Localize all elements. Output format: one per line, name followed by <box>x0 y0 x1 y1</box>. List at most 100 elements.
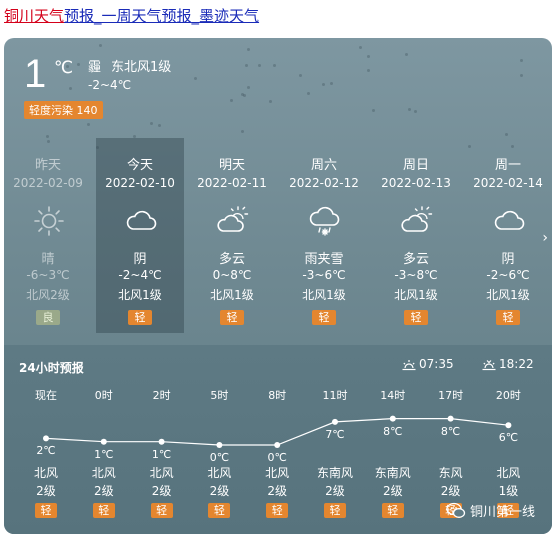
hour-time: 17时 <box>438 389 464 402</box>
day-condition: 雨夹雪 <box>304 252 344 267</box>
temp-point <box>447 415 454 422</box>
raindrop <box>413 109 417 113</box>
raindrop <box>405 52 409 56</box>
day-condition: 阴 <box>133 252 147 267</box>
day-name: 周六 <box>310 158 337 173</box>
chevron-right-icon[interactable]: › <box>542 230 548 246</box>
raindrop <box>230 98 234 102</box>
hour-time: 14时 <box>380 389 406 402</box>
partly-cloudy-icon <box>217 206 249 232</box>
day-column[interactable]: 周一 2022-02-14 阴 -2~6℃ 北风1级 轻 <box>464 138 552 333</box>
day-temp-range: -2~6℃ <box>486 268 530 282</box>
link-separator: _ <box>94 7 102 25</box>
day-wind: 北风1级 <box>210 288 254 302</box>
day-column[interactable]: 周日 2022-02-13 多云 -3~8℃ 北风1级 轻 <box>372 138 460 333</box>
day-condition: 多云 <box>402 252 429 267</box>
link-week-forecast[interactable]: 一周天气预报 <box>102 7 192 25</box>
day-aq-badge: 良 <box>36 310 60 325</box>
day-temp-range: 0~8℃ <box>212 268 252 282</box>
watermark: 铜川第一线 <box>446 501 535 520</box>
day-temp-range: -3~6℃ <box>302 268 346 282</box>
raindrop <box>407 108 411 112</box>
day-column[interactable]: 周六 2022-02-12 雨夹雪 -3~6℃ 北风1级 轻 <box>280 138 368 333</box>
day-condition: 阴 <box>501 252 515 267</box>
hour-temp: 8℃ <box>383 424 403 438</box>
hour-time: 5时 <box>210 389 229 402</box>
day-date: 2022-02-13 <box>381 176 451 190</box>
raindrop <box>306 91 310 95</box>
raindrop <box>329 82 333 86</box>
hour-aq-badge: 轻 <box>266 503 289 518</box>
hour-wind-dir: 北风 <box>207 466 232 480</box>
hour-wind-level: 1级 <box>498 484 519 498</box>
cloud-icon <box>126 210 157 230</box>
raindrop <box>504 132 508 136</box>
hour-wind-level: 2级 <box>440 484 461 498</box>
hour-wind-dir: 东风 <box>438 466 463 480</box>
hour-time: 2时 <box>152 389 171 402</box>
wechat-icon <box>446 502 466 518</box>
hour-wind-level: 2级 <box>209 484 230 498</box>
hour-temp: 1℃ <box>151 447 172 461</box>
day-column[interactable]: 明天 2022-02-11 多云 0~8℃ 北风1级 轻 <box>188 138 276 333</box>
hour-wind-dir: 东南风 <box>316 466 353 480</box>
day-aq-badge: 轻 <box>220 310 244 325</box>
temp-point <box>216 442 223 448</box>
hour-temp: 0℃ <box>209 451 230 464</box>
day-aq-badge: 轻 <box>312 310 336 325</box>
link-separator: _ <box>191 7 200 25</box>
hour-wind-dir: 北风 <box>496 466 521 480</box>
day-name: 周日 <box>402 158 429 173</box>
hour-temp: 8℃ <box>440 424 461 438</box>
breadcrumb-links[interactable]: 铜川天气预报_一周天气预报_墨迹天气 <box>4 6 259 26</box>
current-range: -2~4℃ <box>88 78 132 92</box>
hour-wind-dir: 北风 <box>149 466 174 480</box>
hour-time: 11时 <box>322 389 348 402</box>
hour-wind-level: 2级 <box>93 484 114 498</box>
cloud-icon <box>494 210 525 230</box>
hour-temp: 2℃ <box>36 444 56 458</box>
day-date: 2022-02-11 <box>197 176 267 190</box>
raindrop <box>69 86 73 90</box>
temp-point <box>274 442 281 448</box>
hour-time: 现在 <box>35 389 57 402</box>
raindrop <box>247 86 251 90</box>
current-weather: 霾东北风1级 <box>88 56 181 75</box>
day-wind: 北风1级 <box>302 288 346 302</box>
link-forecast[interactable]: 预报 <box>64 7 94 25</box>
current-condition: 霾 <box>88 60 102 75</box>
day-condition: 晴 <box>41 252 55 267</box>
hour-time: 0时 <box>94 389 113 402</box>
temp-point <box>505 422 512 429</box>
day-name: 明天 <box>218 158 245 173</box>
raindrop <box>258 63 262 67</box>
raindrop <box>149 122 153 126</box>
raindrop <box>268 99 272 103</box>
day-wind: 北风1级 <box>394 288 438 302</box>
current-temperature: 1 <box>24 52 47 96</box>
raindrop <box>371 109 375 113</box>
raindrop <box>519 73 523 77</box>
aqi-badge[interactable]: 轻度污染 140 <box>24 101 103 119</box>
hour-time: 8时 <box>268 389 287 402</box>
hour-wind-dir: 东南风 <box>374 466 411 480</box>
raindrop <box>157 123 161 127</box>
day-date: 2022-02-14 <box>473 176 543 190</box>
raindrop <box>299 74 303 78</box>
raindrop <box>77 62 81 66</box>
day-temp-range: -2~4℃ <box>118 268 162 282</box>
raindrop <box>322 83 326 87</box>
day-name: 今天 <box>126 158 153 173</box>
raindrop <box>247 47 251 51</box>
day-column[interactable]: 昨天 2022-02-09 晴 -6~3℃ 北风2级 良 <box>4 138 92 333</box>
day-wind: 北风1级 <box>486 288 530 302</box>
day-column[interactable]: 今天 2022-02-10 阴 -2~4℃ 北风1级 轻 <box>96 138 184 333</box>
link-tongchuan-weather[interactable]: 铜川天气 <box>4 7 64 25</box>
link-moji-weather[interactable]: 墨迹天气 <box>199 7 259 25</box>
raindrop <box>366 68 370 72</box>
raindrop <box>86 123 90 126</box>
hour-aq-badge: 轻 <box>150 503 173 518</box>
raindrop <box>99 43 103 47</box>
raindrop <box>244 63 248 67</box>
raindrop <box>240 130 244 134</box>
